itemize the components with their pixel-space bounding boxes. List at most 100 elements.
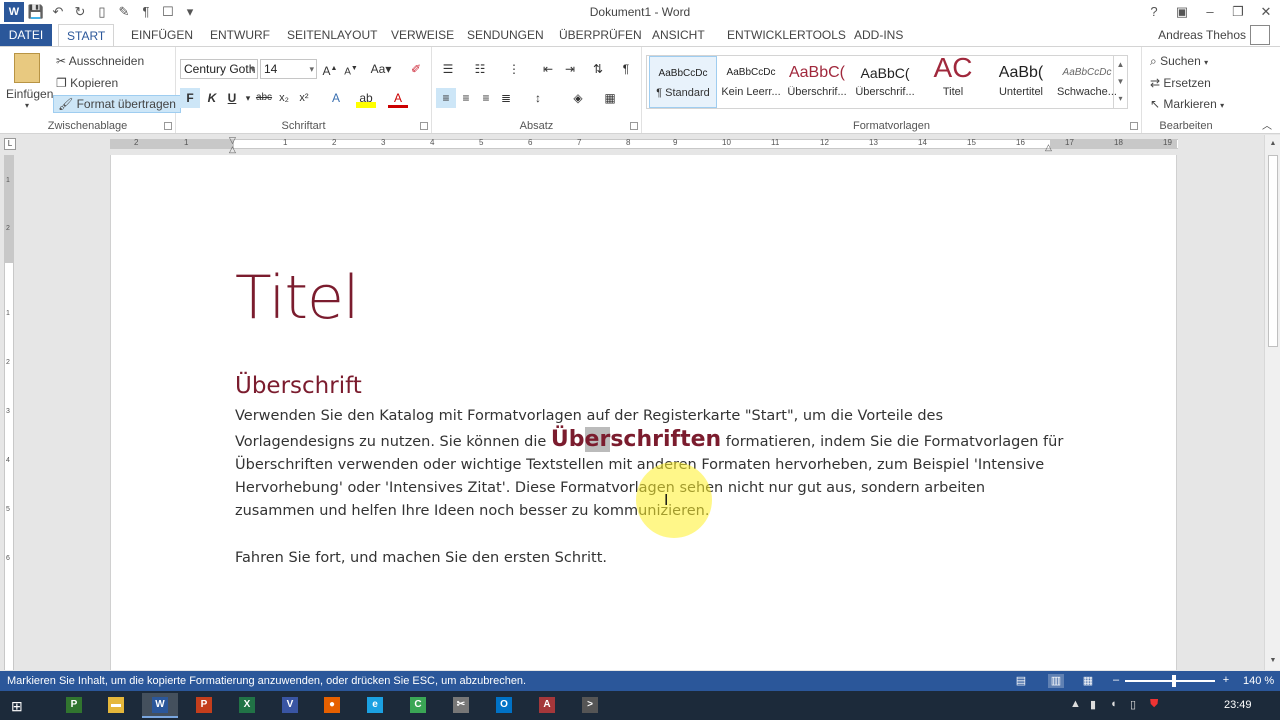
minimize-icon[interactable]: – <box>1196 0 1224 24</box>
taskbar-app-outlook[interactable]: O <box>486 693 522 718</box>
find-button[interactable]: ⌕ Suchen ▾ <box>1150 54 1208 69</box>
collapse-ribbon-icon[interactable]: ︿ <box>1262 117 1272 132</box>
zoom-out-icon[interactable]: – <box>1108 674 1124 688</box>
taskbar-app-excel[interactable]: X <box>229 693 265 718</box>
help-icon[interactable]: ? <box>1140 0 1168 24</box>
italic-button[interactable]: K <box>202 88 222 108</box>
scroll-up-icon[interactable]: ▲ <box>1265 137 1280 151</box>
align-left-icon[interactable]: ≡ <box>436 88 456 108</box>
tab-selector-icon[interactable]: L <box>4 138 16 150</box>
shading-icon[interactable]: ◈ <box>568 88 588 108</box>
subscript-button[interactable]: x₂ <box>274 88 294 108</box>
chevron-up-icon[interactable]: ▲ <box>1114 56 1127 73</box>
tray-network-icon[interactable]: ▮ <box>1090 698 1096 711</box>
taskbar-app-ie[interactable]: e <box>357 693 393 718</box>
right-indent-marker[interactable]: △ <box>1045 142 1052 153</box>
clear-formatting-icon[interactable]: ✐ <box>406 59 426 79</box>
bullets-icon[interactable]: ☰ <box>438 59 458 79</box>
restore-icon[interactable]: ❐ <box>1224 0 1252 24</box>
tab-developer[interactable]: ENTWICKLERTOOLS <box>719 24 854 46</box>
taskbar-app-snipping[interactable]: ✂ <box>443 693 479 718</box>
bold-button[interactable]: F <box>180 88 200 108</box>
taskbar-app-access[interactable]: A <box>529 693 565 718</box>
superscript-button[interactable]: x² <box>294 88 314 108</box>
select-button[interactable]: ↖ Markieren ▾ <box>1150 97 1224 111</box>
style-standard[interactable]: AaBbCcDc ¶ Standard <box>649 56 717 108</box>
style-heading-2[interactable]: AaBbC(Überschrif... <box>851 56 919 108</box>
zoom-slider[interactable] <box>1125 680 1215 682</box>
show-formatting-marks-icon[interactable]: ¶ <box>616 59 636 79</box>
taskbar-app-explorer[interactable]: ▬ <box>98 693 134 718</box>
decrease-indent-icon[interactable]: ⇤ <box>538 59 558 79</box>
highlight-color-icon[interactable]: ab <box>356 88 376 108</box>
tray-battery-icon[interactable]: ▯ <box>1130 698 1136 711</box>
taskbar-app-powerpoint[interactable]: P <box>186 693 222 718</box>
vertical-ruler[interactable]: 1 2 1 2 3 4 5 6 <box>4 155 14 670</box>
tab-start[interactable]: START <box>58 24 115 47</box>
style-subtle-emphasis[interactable]: AaBbCcDc Schwache... <box>1053 56 1121 108</box>
web-layout-icon[interactable]: ▦ <box>1080 674 1096 688</box>
read-mode-icon[interactable]: ▤ <box>1013 674 1029 688</box>
paste-button[interactable]: Einfügen ▾ <box>6 53 53 113</box>
scrollbar-thumb[interactable] <box>1268 155 1278 347</box>
taskbar-app-project[interactable]: P <box>56 693 92 718</box>
sort-icon[interactable]: ⇅ <box>588 59 608 79</box>
vertical-scrollbar[interactable]: ▲ ▼ <box>1264 135 1280 670</box>
tray-speaker-icon[interactable]: ◖ <box>1110 698 1117 710</box>
tab-add-ins[interactable]: ADD-INS <box>846 24 911 46</box>
tab-design[interactable]: ENTWURF <box>202 24 278 46</box>
tab-review[interactable]: ÜBERPRÜFEN <box>551 24 650 46</box>
tab-file[interactable]: DATEI <box>0 24 52 46</box>
font-launcher-icon[interactable] <box>420 122 428 130</box>
taskbar-app-word[interactable]: W <box>142 693 178 718</box>
font-color-icon[interactable]: A <box>388 88 408 108</box>
numbering-icon[interactable]: ☷ <box>470 59 490 79</box>
zoom-in-icon[interactable]: + <box>1218 674 1234 688</box>
tab-page-layout[interactable]: SEITENLAYOUT <box>279 24 385 46</box>
styles-gallery-scroll[interactable]: ▲ ▼ ▾ <box>1113 56 1127 108</box>
tab-mailings[interactable]: SENDUNGEN <box>459 24 552 46</box>
taskbar-app-visio[interactable]: V <box>272 693 308 718</box>
horizontal-ruler[interactable]: 2 1 1 2 3 4 5 6 7 8 9 10 11 12 13 14 15 … <box>110 135 1178 154</box>
tray-security-icon[interactable]: ⛊ <box>1150 698 1158 711</box>
copy-button[interactable]: ❐ Kopieren <box>56 76 118 90</box>
paragraph-launcher-icon[interactable] <box>630 122 638 130</box>
borders-icon[interactable]: ▦ <box>600 88 620 108</box>
align-center-icon[interactable]: ≡ <box>456 88 476 108</box>
taskbar-app-powershell[interactable]: > <box>572 693 608 718</box>
tray-up-arrow-icon[interactable]: ▲ <box>1070 698 1081 710</box>
line-spacing-icon[interactable]: ↕ <box>528 88 548 108</box>
style-no-spacing[interactable]: AaBbCcDc Kein Leerr... <box>717 56 785 108</box>
style-heading-1[interactable]: AaBbC(Überschrif... <box>783 56 851 108</box>
document-paragraph-2[interactable]: Fahren Sie fort, und machen Sie den erst… <box>235 550 607 566</box>
text-effects-icon[interactable]: A <box>326 88 346 108</box>
user-name[interactable]: Andreas Thehos <box>1158 28 1246 42</box>
clipboard-launcher-icon[interactable] <box>164 122 172 130</box>
close-icon[interactable]: ✕ <box>1252 0 1280 24</box>
tab-insert[interactable]: EINFÜGEN <box>123 24 201 46</box>
scroll-down-icon[interactable]: ▼ <box>1265 654 1280 668</box>
shrink-font-icon[interactable]: A▼ <box>341 59 361 79</box>
align-right-icon[interactable]: ≡ <box>476 88 496 108</box>
change-case-icon[interactable]: Aa▾ <box>366 59 396 79</box>
tab-references[interactable]: VERWEISE <box>383 24 462 46</box>
cut-button[interactable]: ✂ Ausschneiden <box>56 54 144 68</box>
tab-view[interactable]: ANSICHT <box>644 24 713 46</box>
zoom-level[interactable]: 140 % <box>1243 675 1274 687</box>
font-size-select[interactable]: 14 ▾ <box>260 59 317 79</box>
justify-icon[interactable]: ≣ <box>496 88 516 108</box>
zoom-slider-thumb[interactable] <box>1172 675 1176 687</box>
grow-font-icon[interactable]: A▲ <box>320 59 340 79</box>
styles-launcher-icon[interactable] <box>1130 122 1138 130</box>
taskbar-app-camtasia[interactable]: C <box>400 693 436 718</box>
clock[interactable]: 23:49 <box>1224 699 1252 711</box>
style-subtitle[interactable]: AaBb(Untertitel <box>987 56 1055 108</box>
font-family-select[interactable]: Century Goth ▾ <box>180 59 258 79</box>
print-layout-icon[interactable]: ▥ <box>1048 674 1064 688</box>
format-painter-button[interactable]: 🖌 Format übertragen <box>53 95 181 113</box>
strikethrough-button[interactable]: abc <box>254 88 274 108</box>
ribbon-options-icon[interactable]: ▣ <box>1168 0 1196 24</box>
document-title[interactable]: Titel <box>235 263 360 333</box>
formatted-word[interactable]: Überschriften <box>551 427 721 452</box>
style-title[interactable]: AC Titel <box>919 56 987 108</box>
